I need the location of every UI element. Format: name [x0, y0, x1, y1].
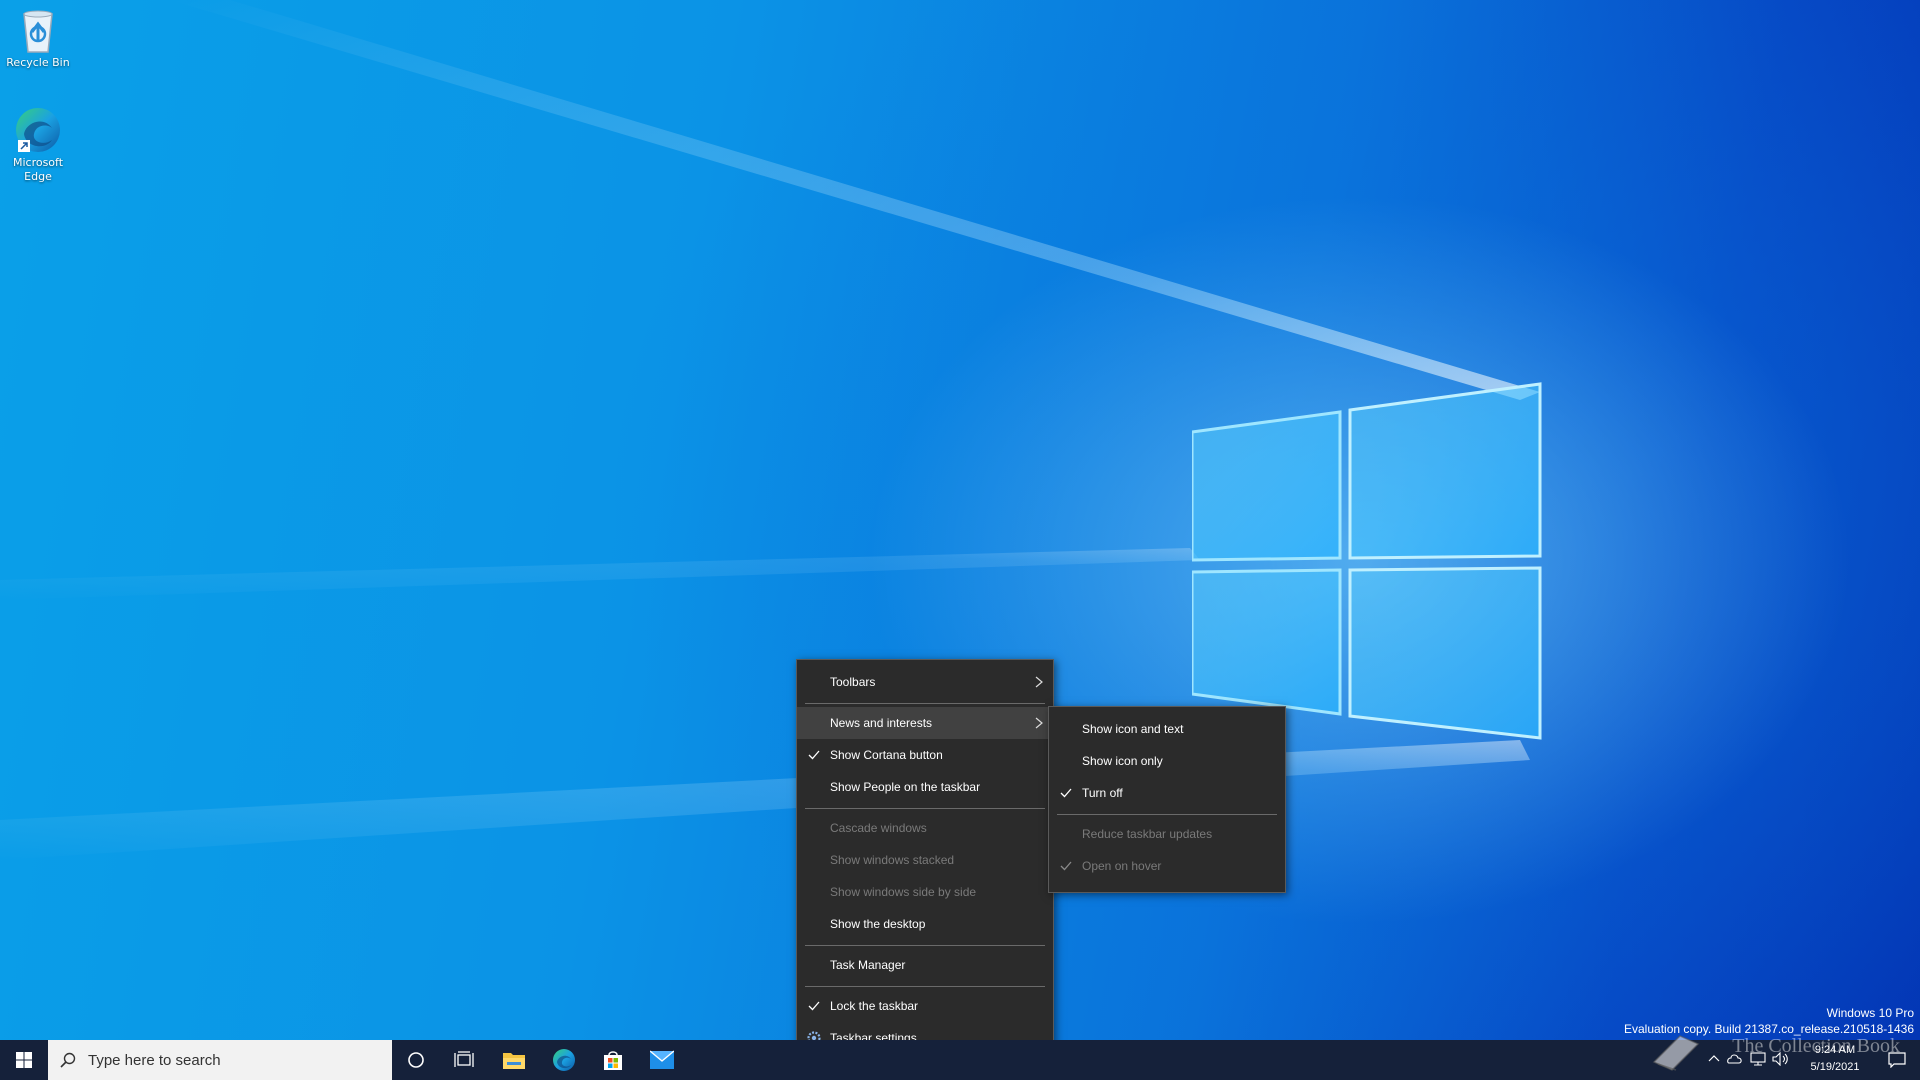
mail-icon: [650, 1050, 674, 1069]
task-view-button[interactable]: [440, 1040, 488, 1080]
mail-button[interactable]: [638, 1040, 686, 1080]
menu-item-label: Show icon only: [1082, 754, 1163, 768]
taskbar-context-menu: Toolbars News and interests Show Cortana…: [796, 659, 1054, 1065]
menu-separator: [805, 986, 1045, 987]
menu-item-label: Show the desktop: [830, 917, 926, 931]
recycle-bin-icon: [23, 10, 53, 53]
site-watermark-text: The Collection Book: [1732, 1035, 1900, 1057]
search-placeholder: Type here to search: [88, 1051, 221, 1069]
news-and-interests-submenu: Show icon and text Show icon only Turn o…: [1048, 706, 1286, 893]
edge-icon: [553, 1049, 575, 1071]
menu-item-show-windows-side-by-side: Show windows side by side: [797, 876, 1053, 908]
menu-separator: [1057, 814, 1277, 815]
menu-item-label: Show windows stacked: [830, 853, 955, 867]
store-icon: [604, 1051, 622, 1070]
submenu-item-turn-off[interactable]: Turn off: [1049, 777, 1285, 809]
task-view-icon: [454, 1051, 474, 1067]
chevron-right-icon: [1035, 717, 1043, 729]
desktop-icon-label: Microsoft Edge: [12, 156, 64, 183]
chevron-up-icon[interactable]: [1708, 1052, 1720, 1066]
submenu-item-show-icon-only[interactable]: Show icon only: [1049, 745, 1285, 777]
menu-item-lock-the-taskbar[interactable]: Lock the taskbar: [797, 990, 1053, 1022]
edge-taskbar-button[interactable]: [540, 1040, 588, 1080]
desktop-icon-microsoft-edge[interactable]: Microsoft Edge: [0, 106, 76, 184]
clock-date: 5/19/2021: [1810, 1061, 1860, 1073]
submenu-item-show-icon-and-text[interactable]: Show icon and text: [1049, 713, 1285, 745]
menu-item-label: Show Cortana button: [830, 748, 943, 762]
start-button[interactable]: [0, 1040, 48, 1080]
store-button[interactable]: [589, 1040, 637, 1080]
menu-separator: [805, 808, 1045, 809]
cortana-button[interactable]: [392, 1040, 440, 1080]
chevron-right-icon: [1035, 676, 1043, 688]
file-explorer-icon: [503, 1053, 525, 1069]
edge-icon: [16, 108, 60, 152]
checkmark-icon: [1060, 861, 1072, 871]
taskbar: Type here to search 9:24 AM 5/19/2021: [0, 1040, 1920, 1080]
menu-item-label: Toolbars: [830, 675, 876, 689]
menu-item-toolbars[interactable]: Toolbars: [797, 666, 1053, 698]
file-explorer-button[interactable]: [490, 1040, 538, 1080]
windows-start-icon: [16, 1052, 32, 1068]
menu-separator: [805, 945, 1045, 946]
menu-item-label: Turn off: [1082, 786, 1123, 800]
menu-item-label: Show icon and text: [1082, 722, 1184, 736]
cortana-icon: [408, 1052, 424, 1068]
menu-item-label: Show People on the taskbar: [830, 780, 981, 794]
menu-item-label: News and interests: [830, 716, 933, 730]
menu-item-label: Task Manager: [830, 958, 906, 972]
windows-logo-wallpaper: [1192, 382, 1542, 740]
checkmark-icon: [1060, 788, 1072, 798]
menu-separator: [805, 703, 1045, 704]
book-logo-icon: [1652, 1035, 1700, 1071]
submenu-item-reduce-taskbar-updates: Reduce taskbar updates: [1049, 818, 1285, 850]
menu-item-label: Lock the taskbar: [830, 999, 919, 1013]
menu-item-show-the-desktop[interactable]: Show the desktop: [797, 908, 1053, 940]
menu-item-cascade-windows: Cascade windows: [797, 812, 1053, 844]
submenu-item-open-on-hover: Open on hover: [1049, 850, 1285, 882]
checkmark-icon: [808, 1001, 820, 1011]
desktop-icon-recycle-bin[interactable]: Recycle Bin: [0, 6, 76, 70]
menu-item-label: Cascade windows: [830, 821, 927, 835]
menu-item-label: Show windows side by side: [830, 885, 977, 899]
menu-item-news-and-interests[interactable]: News and interests: [797, 707, 1053, 739]
menu-item-task-manager[interactable]: Task Manager: [797, 949, 1053, 981]
menu-item-show-windows-stacked: Show windows stacked: [797, 844, 1053, 876]
checkmark-icon: [808, 750, 820, 760]
menu-item-label: Reduce taskbar updates: [1082, 827, 1213, 841]
search-icon: [60, 1052, 76, 1068]
menu-item-label: Open on hover: [1082, 859, 1162, 873]
desktop-icon-label: Recycle Bin: [6, 56, 70, 69]
menu-item-show-cortana-button[interactable]: Show Cortana button: [797, 739, 1053, 771]
taskbar-search-box[interactable]: Type here to search: [48, 1040, 392, 1080]
menu-item-show-people[interactable]: Show People on the taskbar: [797, 771, 1053, 803]
